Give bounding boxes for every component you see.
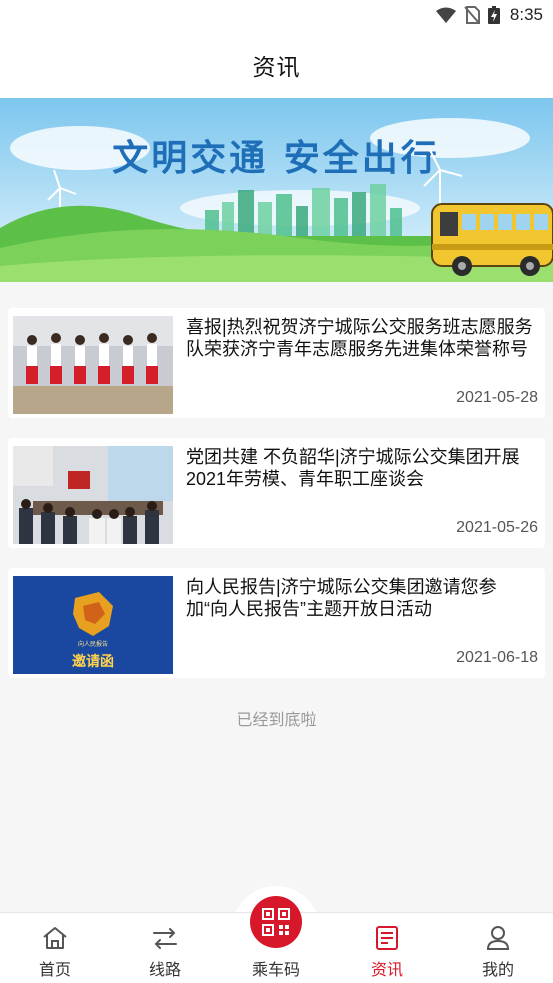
news-list: 喜报|热烈祝贺济宁城际公交服务班志愿服务队荣获济宁青年志愿服务先进集体荣誉称号 … bbox=[8, 308, 545, 698]
wifi-icon bbox=[435, 7, 456, 23]
tab-label: 我的 bbox=[481, 962, 514, 979]
news-title: 喜报|热烈祝贺济宁城际公交服务班志愿服务队荣获济宁青年志愿服务先进集体荣誉称号 bbox=[186, 317, 533, 359]
home-icon bbox=[43, 927, 67, 949]
no-sim-icon bbox=[464, 6, 480, 24]
page-title: 资讯 bbox=[252, 54, 301, 80]
thumbnail-invitation: 邀请函 bbox=[72, 653, 114, 670]
banner-image[interactable]: 文明交通 安全出行 bbox=[0, 98, 553, 282]
ride-code-button[interactable] bbox=[250, 896, 302, 948]
status-icons: 8:35 bbox=[435, 5, 543, 25]
profile-icon bbox=[486, 926, 510, 950]
news-item[interactable]: 喜报|热烈祝贺济宁城际公交服务班志愿服务队荣获济宁青年志愿服务先进集体荣誉称号 … bbox=[8, 308, 545, 418]
tab-label: 首页 bbox=[38, 962, 71, 979]
battery-charging-icon bbox=[487, 6, 500, 24]
news-title: 向人民报告|济宁城际公交集团邀请您参加“向人民报告”主题开放日活动 bbox=[186, 577, 497, 619]
tab-news[interactable]: 资讯 bbox=[332, 913, 442, 983]
qr-code-icon bbox=[262, 908, 290, 936]
news-date: 2021-05-26 bbox=[456, 519, 538, 536]
news-title: 党团共建 不负韶华|济宁城际公交集团开展2021年劳模、青年职工座谈会 bbox=[186, 447, 520, 489]
tab-profile[interactable]: 我的 bbox=[443, 913, 553, 983]
tab-label: 线路 bbox=[148, 962, 181, 979]
news-date: 2021-05-28 bbox=[456, 389, 538, 406]
news-date: 2021-06-18 bbox=[456, 649, 538, 666]
thumbnail-caption: 向人民报告 bbox=[78, 640, 108, 648]
news-thumbnail bbox=[13, 446, 173, 544]
news-thumbnail bbox=[13, 316, 173, 414]
news-icon bbox=[376, 926, 398, 950]
page-header: 资讯 bbox=[0, 32, 553, 98]
tab-label: 乘车码 bbox=[251, 962, 300, 979]
tab-routes[interactable]: 线路 bbox=[110, 913, 220, 983]
news-thumbnail: 向人民报告 邀请函 bbox=[13, 576, 173, 674]
status-time: 8:35 bbox=[509, 5, 543, 24]
news-item[interactable]: 向人民报告 邀请函 向人民报告|济宁城际公交集团邀请您参加“向人民报告”主题开放… bbox=[8, 568, 545, 678]
tab-home[interactable]: 首页 bbox=[0, 913, 110, 983]
tab-label: 资讯 bbox=[370, 962, 403, 979]
news-item[interactable]: 党团共建 不负韶华|济宁城际公交集团开展2021年劳模、青年职工座谈会 2021… bbox=[8, 438, 545, 548]
route-arrows-icon bbox=[153, 928, 177, 949]
banner-slogan: 文明交通 安全出行 bbox=[112, 137, 440, 179]
list-end-text: 已经到底啦 bbox=[236, 712, 317, 729]
status-bar: 8:35 bbox=[0, 0, 553, 32]
